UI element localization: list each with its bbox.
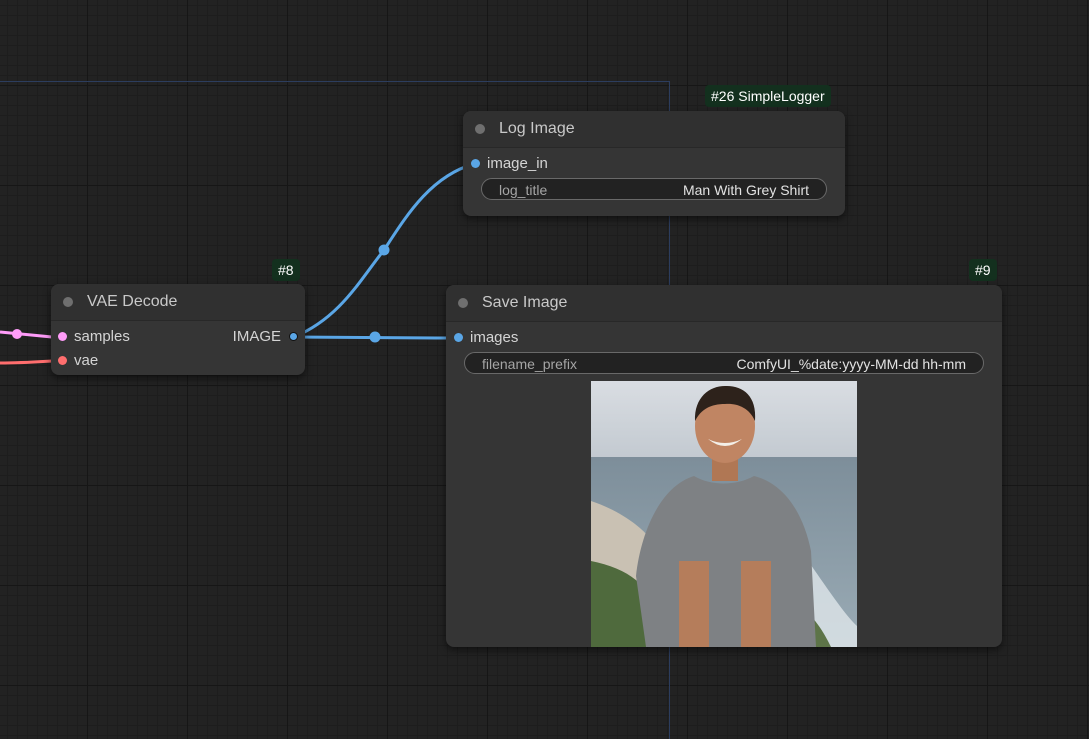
output-slot-image[interactable]: IMAGE [185,327,305,347]
node-title: Save Image [482,294,568,311]
widget-value[interactable]: Man With Grey Shirt [683,182,809,198]
link-image-to-save-midpoint[interactable] [369,331,381,343]
log-image-node[interactable]: Log Image image_in log_title Man With Gr… [463,111,845,216]
collapse-dot-icon[interactable] [63,297,73,307]
link-vae[interactable] [0,359,53,365]
node-id-badge-log-image: #26 SimpleLogger [705,85,831,107]
input-slot-images[interactable]: images [446,328,646,348]
collapse-dot-icon[interactable] [458,298,468,308]
vae-input-pin-icon[interactable] [58,356,67,365]
node-title: VAE Decode [87,293,178,310]
group-boundary-horizontal [0,81,670,82]
log-title-widget[interactable]: log_title Man With Grey Shirt [481,178,827,200]
vae-decode-header[interactable]: VAE Decode [51,284,305,321]
slot-label: vae [74,352,99,369]
image-input-pin-icon[interactable] [471,159,480,168]
log-image-header[interactable]: Log Image [463,111,845,148]
link-samples[interactable] [0,330,53,339]
slot-label: samples [74,328,130,345]
link-image-to-save[interactable] [293,335,459,340]
save-image-header[interactable]: Save Image [446,285,1002,322]
link-image-to-log-midpoint[interactable] [378,244,390,256]
node-id-badge-save-image: #9 [969,259,997,281]
input-slot-vae[interactable]: vae [51,351,171,371]
link-samples-midpoint[interactable] [12,329,22,339]
widget-name: log_title [499,182,548,198]
filename-prefix-widget[interactable]: filename_prefix ComfyUI_%date:yyyy-MM-dd… [464,352,984,374]
image-output-pin-icon[interactable] [289,332,298,341]
widget-name: filename_prefix [482,356,577,372]
input-slot-samples[interactable]: samples [51,327,171,347]
slot-label: images [470,329,519,346]
latent-input-pin-icon[interactable] [58,332,67,341]
photo-preview-illustration [591,381,857,647]
vae-decode-node[interactable]: VAE Decode samples vae IMAGE [51,284,305,375]
image-input-pin-icon[interactable] [454,333,463,342]
node-id-badge-vae-decode: #8 [272,259,300,281]
collapse-dot-icon[interactable] [475,124,485,134]
generated-image-preview[interactable] [591,381,857,647]
node-title: Log Image [499,120,575,137]
save-image-node[interactable]: Save Image images filename_prefix ComfyU… [446,285,1002,647]
slot-label: IMAGE [232,328,281,345]
slot-label: image_in [487,155,548,172]
widget-value[interactable]: ComfyUI_%date:yyyy-MM-dd hh-mm [737,356,967,372]
input-slot-image-in[interactable]: image_in [463,154,663,174]
